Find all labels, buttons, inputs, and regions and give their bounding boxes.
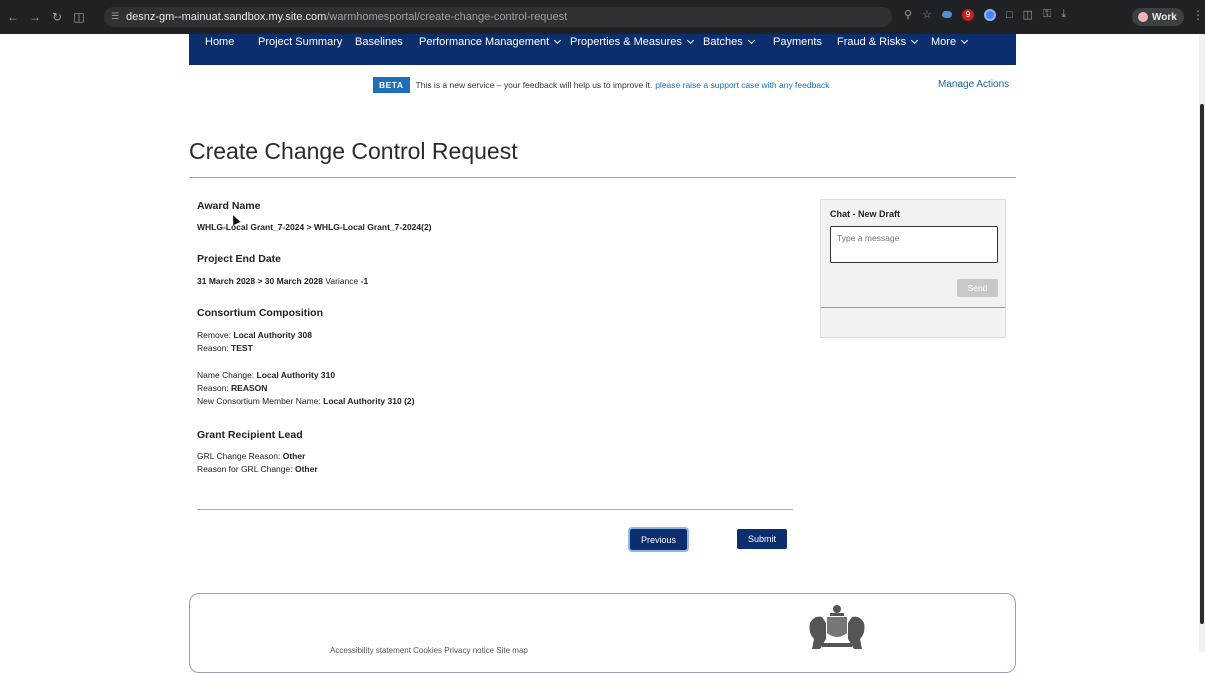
site-settings-icon[interactable]: ☰	[111, 11, 119, 22]
url-host: desnz-gm--mainuat.sandbox.my.site.com	[126, 11, 327, 23]
grl-reason-for-value: Other	[294, 464, 318, 474]
chat-divider	[821, 307, 1005, 308]
name-change-value: Local Authority 310	[256, 370, 336, 380]
address-bar[interactable]: ☰ desnz-gm--mainuat.sandbox.my.site.com /…	[104, 7, 892, 27]
extension-badge-icon[interactable]: 9	[961, 8, 974, 21]
send-button[interactable]: Send	[957, 279, 998, 297]
extension-g-icon[interactable]	[983, 8, 996, 21]
nav-project-summary[interactable]: Project Summary	[258, 36, 342, 48]
browser-menu-icon[interactable]: ⋮	[1192, 8, 1204, 22]
new-member-label: New Consortium Member Name:	[197, 396, 321, 406]
sidebar-toggle-icon[interactable]: ◫	[70, 10, 88, 24]
consortium-remove: Remove: Local Authority 308	[197, 330, 312, 340]
chevron-down-icon	[554, 36, 562, 45]
chat-panel: Chat - New Draft Send	[820, 199, 1006, 338]
remove-label: Remove:	[197, 330, 232, 340]
beta-text: This is a new service – your feedback wi…	[415, 80, 653, 90]
scrollbar-thumb[interactable]	[1200, 104, 1204, 624]
password-key-icon[interactable]: ⚿	[1043, 8, 1051, 21]
title-divider	[189, 177, 1016, 178]
reason-label: Reason:	[197, 383, 229, 393]
profile-chip[interactable]: Work	[1132, 8, 1184, 26]
avatar	[1138, 12, 1148, 22]
main-navigation: Home Project Summary Baselines Performan…	[189, 34, 1016, 65]
grl-change-reason-value: Other	[282, 451, 306, 461]
browser-toolbar: ← → ↻ ◫ ☰ desnz-gm--mainuat.sandbox.my.s…	[0, 0, 1205, 34]
nav-home[interactable]: Home	[205, 36, 234, 48]
nav-label: Home	[205, 36, 235, 48]
nav-performance-management[interactable]: Performance Management	[419, 36, 562, 48]
consortium-new-member: New Consortium Member Name: Local Author…	[197, 396, 414, 406]
nav-label: Project Summary	[258, 36, 343, 48]
chevron-down-icon	[911, 36, 919, 45]
page-title: Create Change Control Request	[189, 138, 518, 164]
end-date-change: 31 March 2028 > 30 March 2028	[197, 276, 323, 286]
name-change-label: Name Change:	[197, 370, 255, 380]
reason-value: REASON	[231, 383, 268, 393]
new-member-value: Local Authority 310 (2)	[323, 396, 415, 406]
award-name-heading: Award Name	[197, 200, 261, 212]
nav-label: Payments	[773, 36, 822, 48]
reason-value: TEST	[231, 343, 253, 353]
url-path: /warmhomesportal/create-change-control-r…	[326, 11, 568, 23]
extension-cloud-icon[interactable]	[941, 11, 952, 18]
zoom-icon[interactable]: ⚲	[904, 8, 912, 21]
previous-button[interactable]: Previous	[628, 527, 689, 552]
nav-batches[interactable]: Batches	[703, 36, 755, 48]
extension-box-icon[interactable]: □	[1006, 9, 1013, 21]
chevron-down-icon	[961, 36, 969, 45]
project-end-date-heading: Project End Date	[197, 253, 282, 265]
grl-reason-for-label: Reason for GRL Change:	[197, 464, 293, 474]
nav-more[interactable]: More	[931, 36, 969, 48]
consortium-name-change: Name Change: Local Authority 310	[197, 370, 335, 380]
extensions-puzzle-icon[interactable]: ◫	[1023, 8, 1033, 21]
submit-button[interactable]: Submit	[737, 529, 787, 549]
reload-icon[interactable]: ↻	[48, 10, 66, 24]
browser-actions: ⚲ ☆ 9 □ ◫ ⚿ ⤓	[904, 8, 1066, 21]
nav-payments[interactable]: Payments	[773, 36, 822, 48]
forward-icon[interactable]: →	[26, 10, 44, 24]
project-end-date-value: 31 March 2028 > 30 March 2028 Variance -…	[197, 276, 368, 286]
chevron-down-icon	[686, 36, 694, 45]
variance-value: -1	[360, 276, 369, 286]
grl-reason-for-change: Reason for GRL Change: Other	[197, 464, 318, 474]
nav-label: Properties & Measures	[570, 36, 682, 48]
nav-label: Fraud & Risks	[837, 36, 907, 48]
bookmark-star-icon[interactable]: ☆	[922, 8, 932, 21]
profile-label: Work	[1152, 11, 1177, 23]
grant-recipient-lead-heading: Grant Recipient Lead	[197, 429, 303, 441]
footer	[189, 593, 1016, 673]
nav-label: Performance Management	[419, 36, 550, 48]
consortium-name-change-reason: Reason: REASON	[197, 383, 267, 393]
content-divider	[197, 509, 793, 510]
nav-properties-measures[interactable]: Properties & Measures	[570, 36, 694, 48]
consortium-remove-reason: Reason: TEST	[197, 343, 253, 353]
chat-message-input[interactable]	[830, 226, 998, 263]
royal-coat-of-arms-icon	[809, 605, 865, 649]
manage-actions-link[interactable]: Manage Actions	[938, 79, 1009, 90]
remove-value: Local Authority 308	[233, 330, 312, 340]
variance-label: Variance	[325, 276, 359, 286]
consortium-heading: Consortium Composition	[197, 307, 323, 319]
back-icon[interactable]: ←	[4, 10, 22, 24]
scrollbar[interactable]	[1199, 34, 1205, 652]
nav-label: Batches	[703, 36, 743, 48]
nav-fraud-risks[interactable]: Fraud & Risks	[837, 36, 919, 48]
grl-change-reason-label: GRL Change Reason:	[197, 451, 281, 461]
footer-links[interactable]: Accessibility statement Cookies Privacy …	[330, 646, 528, 655]
download-icon[interactable]: ⤓	[1061, 8, 1066, 21]
chevron-down-icon	[747, 36, 755, 45]
reason-label: Reason:	[197, 343, 229, 353]
beta-banner: BETA This is a new service – your feedba…	[373, 77, 830, 93]
grl-change-reason: GRL Change Reason: Other	[197, 451, 305, 461]
nav-label: Baselines	[355, 36, 403, 48]
chat-title: Chat - New Draft	[830, 209, 901, 219]
beta-tag: BETA	[373, 77, 410, 93]
nav-label: More	[931, 36, 957, 48]
feedback-link[interactable]: please raise a support case with any fee…	[655, 80, 829, 90]
nav-baselines[interactable]: Baselines	[355, 36, 403, 48]
